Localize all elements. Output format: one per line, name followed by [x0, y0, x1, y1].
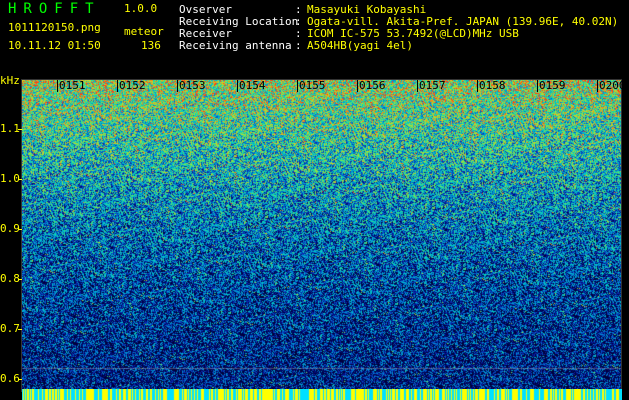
app-title: HROFFT	[8, 1, 101, 17]
x-tick-line	[297, 80, 298, 92]
x-tick-line	[117, 80, 118, 92]
info-row-antenna: Receiving antenna: A504HB(yagi 4el)	[179, 40, 413, 52]
y-tick-label: 0.7	[0, 322, 20, 335]
y-tick-label: 0.6	[0, 372, 20, 385]
x-tick-label: 0151	[59, 79, 86, 92]
spectrogram-plot[interactable]	[22, 80, 622, 392]
x-tick-label: 0200	[599, 79, 626, 92]
y-tick-mark	[18, 179, 22, 180]
x-tick-line	[177, 80, 178, 92]
info-value: A504HB(yagi 4el)	[307, 39, 413, 52]
x-tick-line	[237, 80, 238, 92]
x-tick-label: 0158	[479, 79, 506, 92]
y-tick-mark	[18, 379, 22, 380]
level-indicator-bar	[22, 389, 622, 400]
x-tick-line	[417, 80, 418, 92]
x-tick-line	[537, 80, 538, 92]
meteor-count: 136	[141, 39, 161, 52]
app-version: 1.0.0	[124, 2, 158, 15]
x-tick-label: 0156	[359, 79, 386, 92]
y-tick-label: 0.9	[0, 222, 20, 235]
file-type: meteor	[124, 25, 164, 38]
y-tick-mark	[18, 329, 22, 330]
y-tick-mark	[18, 229, 22, 230]
y-tick-label: 1.0	[0, 172, 20, 185]
x-tick-label: 0153	[179, 79, 206, 92]
x-tick-label: 0154	[239, 79, 266, 92]
info-separator: :	[295, 39, 302, 52]
y-tick-label: 0.8	[0, 272, 20, 285]
timestamp: 10.11.12 01:50	[8, 39, 101, 52]
x-tick-line	[477, 80, 478, 92]
x-tick-line	[57, 80, 58, 92]
x-tick-line	[597, 80, 598, 92]
info-label: Receiving antenna	[179, 39, 292, 52]
x-tick-label: 0159	[539, 79, 566, 92]
x-tick-label: 0157	[419, 79, 446, 92]
x-tick-label: 0152	[119, 79, 146, 92]
file-name: 1011120150.png	[8, 21, 101, 34]
frequency-axis-unit: kHz	[0, 74, 20, 87]
x-tick-line	[357, 80, 358, 92]
y-tick-mark	[18, 129, 22, 130]
y-tick-label: 1.1	[0, 122, 20, 135]
y-tick-mark	[18, 279, 22, 280]
x-tick-label: 0155	[299, 79, 326, 92]
